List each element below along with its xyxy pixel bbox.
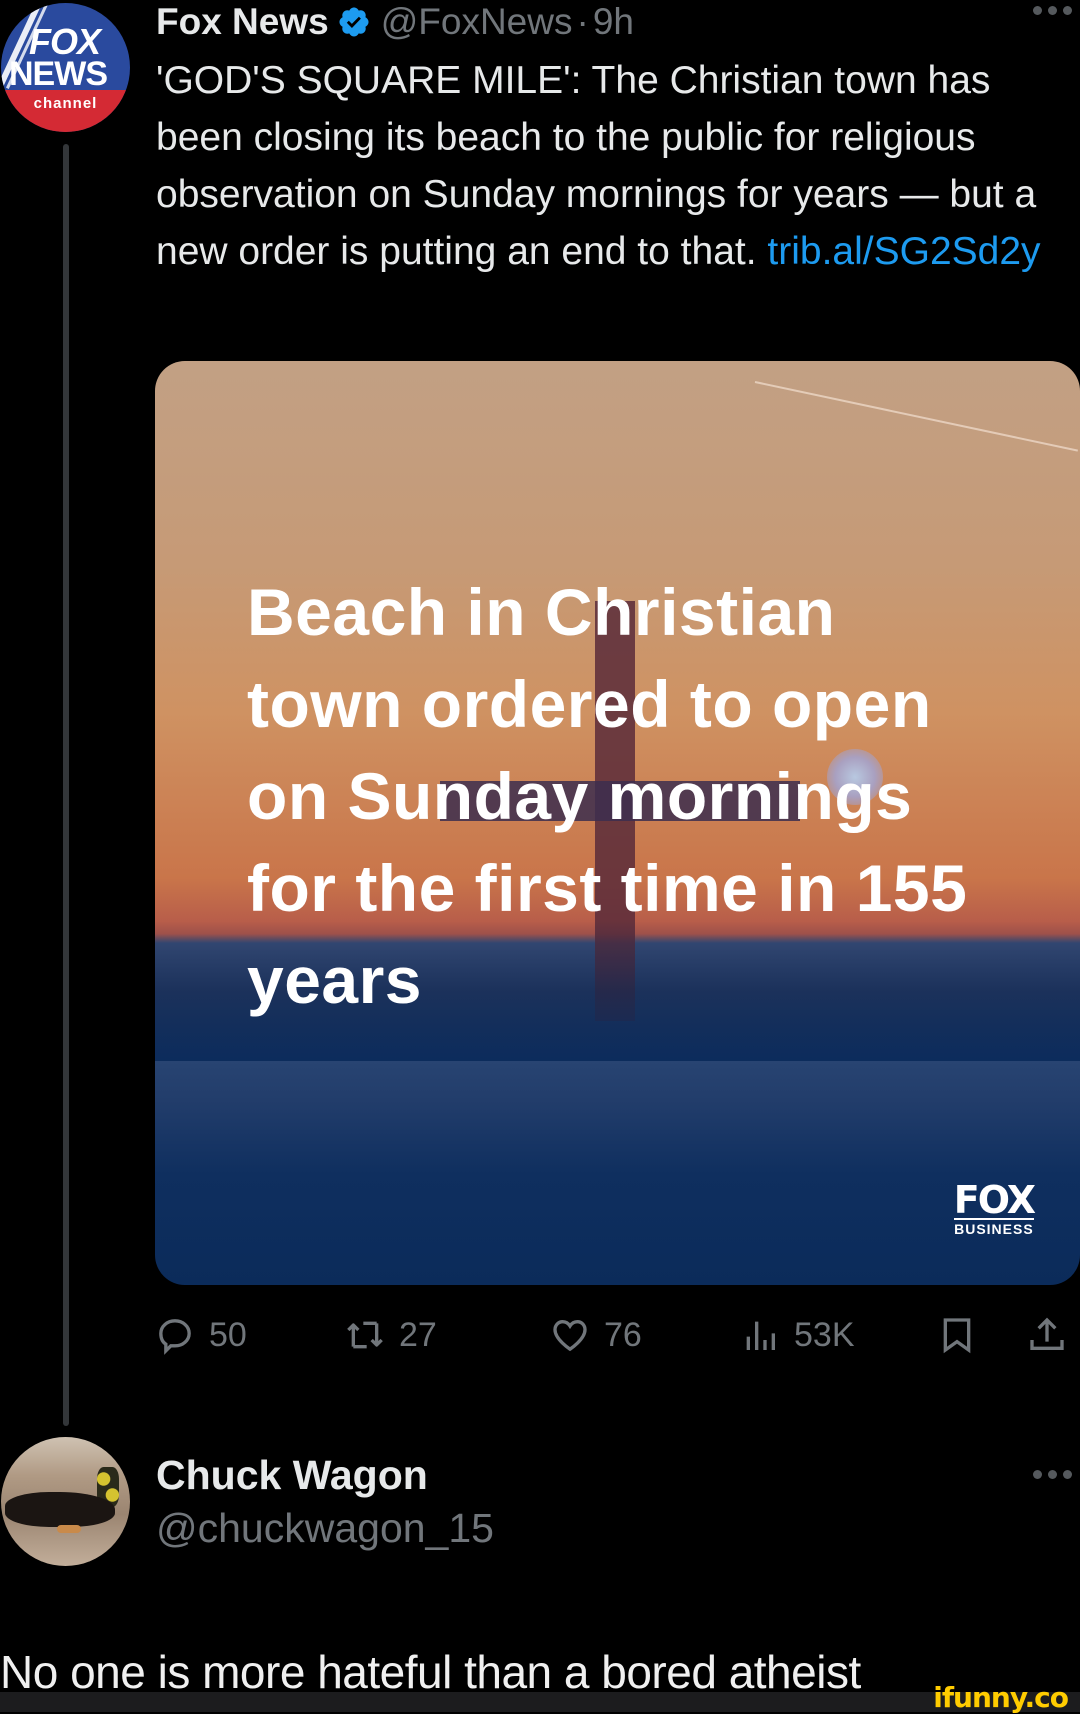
reply-icon <box>159 1319 191 1355</box>
share-upload-icon <box>1030 1317 1064 1350</box>
heart-icon <box>553 1319 587 1352</box>
chuck-wagon-avatar[interactable] <box>1 1437 130 1566</box>
like-button[interactable]: 76 <box>550 1310 642 1360</box>
retweet-icon <box>347 1321 383 1349</box>
tweet-action-bar: 50 27 76 53K <box>155 1310 1080 1360</box>
tweet-media-image[interactable]: Beach in Christian town ordered to open … <box>155 361 1080 1285</box>
retweet-button[interactable]: 27 <box>345 1310 437 1360</box>
tweet-link[interactable]: trib.al/SG2Sd2y <box>767 230 1040 273</box>
reply-button[interactable]: 50 <box>155 1310 247 1360</box>
sky-contrail <box>754 381 1078 452</box>
share-button[interactable] <box>1027 1310 1080 1360</box>
ifunny-watermark: ifunny.co <box>933 1681 1069 1714</box>
bookmark-icon <box>943 1318 971 1354</box>
watermark-bar <box>0 1692 1080 1712</box>
like-count: 76 <box>604 1315 642 1354</box>
retweet-count: 27 <box>399 1315 437 1354</box>
reply-count: 50 <box>209 1315 247 1354</box>
tweet-timestamp[interactable]: 9h <box>593 1 634 43</box>
fox-business-logo-bottom: BUSINESS <box>953 1218 1034 1237</box>
more-horizontal-icon[interactable] <box>1033 1470 1072 1479</box>
reply-handle[interactable]: @chuckwagon_15 <box>156 1505 494 1552</box>
bookmark-button[interactable] <box>937 1310 991 1360</box>
reply-display-name[interactable]: Chuck Wagon <box>156 1452 428 1499</box>
views-count: 53K <box>794 1315 855 1354</box>
views-bar-chart-icon <box>746 1321 775 1350</box>
avatar-logo-channel: channel <box>33 95 98 112</box>
views-button[interactable]: 53K <box>740 1310 855 1360</box>
avatar-dog <box>5 1492 115 1527</box>
tweet-text: 'GOD'S SQUARE MILE': The Christian town … <box>156 52 1080 280</box>
avatar-logo-news: NEWS <box>9 55 108 93</box>
avatar-dog-paw <box>57 1525 81 1533</box>
author-display-name[interactable]: Fox News <box>156 1 329 43</box>
fox-news-avatar[interactable]: FOX NEWS channel <box>1 3 130 132</box>
media-headline: Beach in Christian town ordered to open … <box>247 575 968 1017</box>
separator-dot: · <box>576 1 589 42</box>
verified-badge-icon <box>339 7 369 37</box>
fox-business-logo-top: FOX <box>953 1178 1036 1222</box>
thread-line <box>63 144 69 1426</box>
author-handle[interactable]: @FoxNews <box>381 1 573 43</box>
fox-business-logo: FOX BUSINESS <box>953 1178 1036 1237</box>
tweet-header: Fox News @FoxNews · 9h <box>156 0 634 44</box>
more-horizontal-icon[interactable] <box>1033 6 1072 15</box>
